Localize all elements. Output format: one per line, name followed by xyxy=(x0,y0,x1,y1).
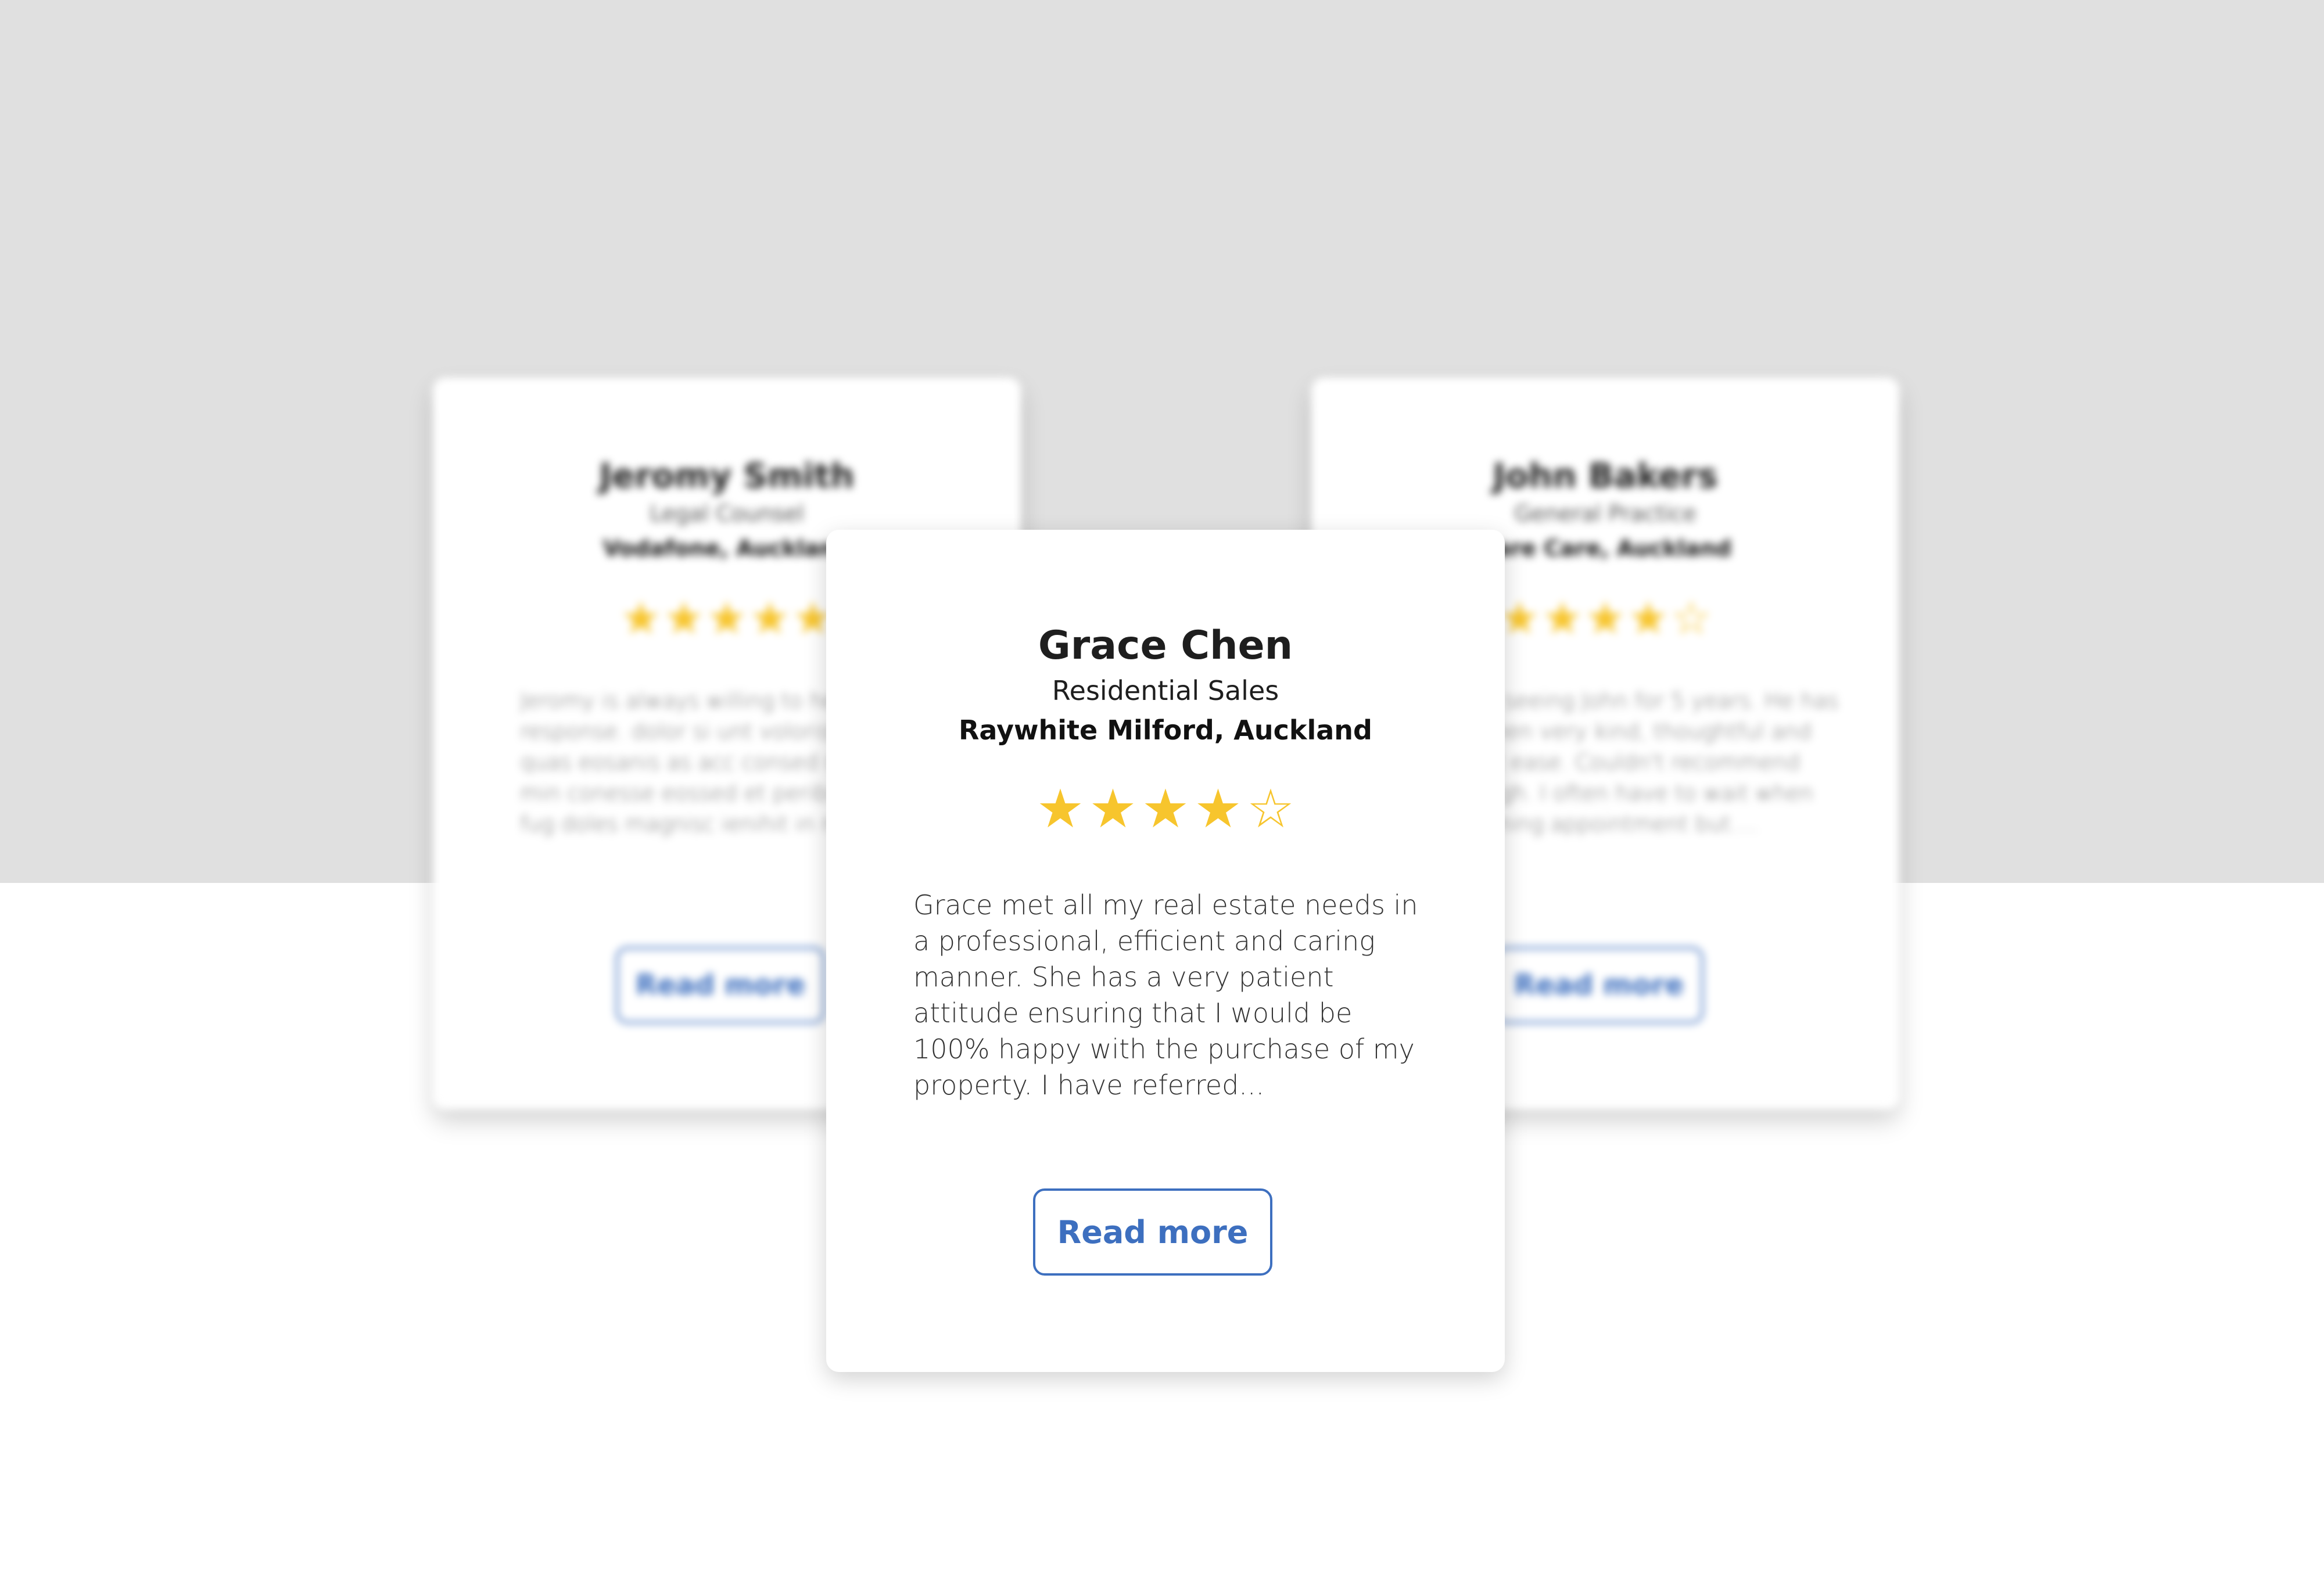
star-filled-icon: ★ xyxy=(1585,592,1626,644)
read-more-button[interactable]: Read more xyxy=(616,947,825,1023)
star-filled-icon: ★ xyxy=(1036,780,1085,839)
reviewer-name: Jeromy Smith xyxy=(599,456,855,495)
star-filled-icon: ★ xyxy=(1499,592,1540,644)
reviewer-role: Legal Counsel xyxy=(650,501,804,526)
star-filled-icon: ★ xyxy=(1627,592,1669,644)
star-filled-icon: ★ xyxy=(621,592,662,644)
reviewer-name: Grace Chen xyxy=(1038,623,1293,669)
reviewer-role: General Practice xyxy=(1514,501,1697,526)
star-empty-icon: ☆ xyxy=(1670,592,1712,644)
reviewer-role: Residential Sales xyxy=(1052,675,1279,706)
star-filled-icon: ★ xyxy=(749,592,790,644)
reviewer-company: Raywhite Milford, Auckland xyxy=(959,714,1372,746)
review-text: Grace met all my real estate needs in a … xyxy=(913,889,1418,1101)
star-filled-icon: ★ xyxy=(706,592,747,644)
star-filled-icon: ★ xyxy=(1542,592,1583,644)
star-filled-icon: ★ xyxy=(664,592,705,644)
star-filled-icon: ★ xyxy=(1141,780,1190,839)
star-empty-icon: ☆ xyxy=(1246,780,1295,839)
star-rating: ★ ★ ★ ★ ☆ xyxy=(826,782,1505,836)
read-more-button[interactable]: Read more xyxy=(1494,947,1703,1023)
star-filled-icon: ★ xyxy=(1089,780,1137,839)
testimonial-card-grace-chen: Grace Chen Residential Sales Raywhite Mi… xyxy=(826,530,1505,1372)
reviewer-name: John Bakers xyxy=(1493,456,1718,495)
star-filled-icon: ★ xyxy=(1194,780,1242,839)
read-more-button[interactable]: Read more xyxy=(1033,1188,1272,1276)
